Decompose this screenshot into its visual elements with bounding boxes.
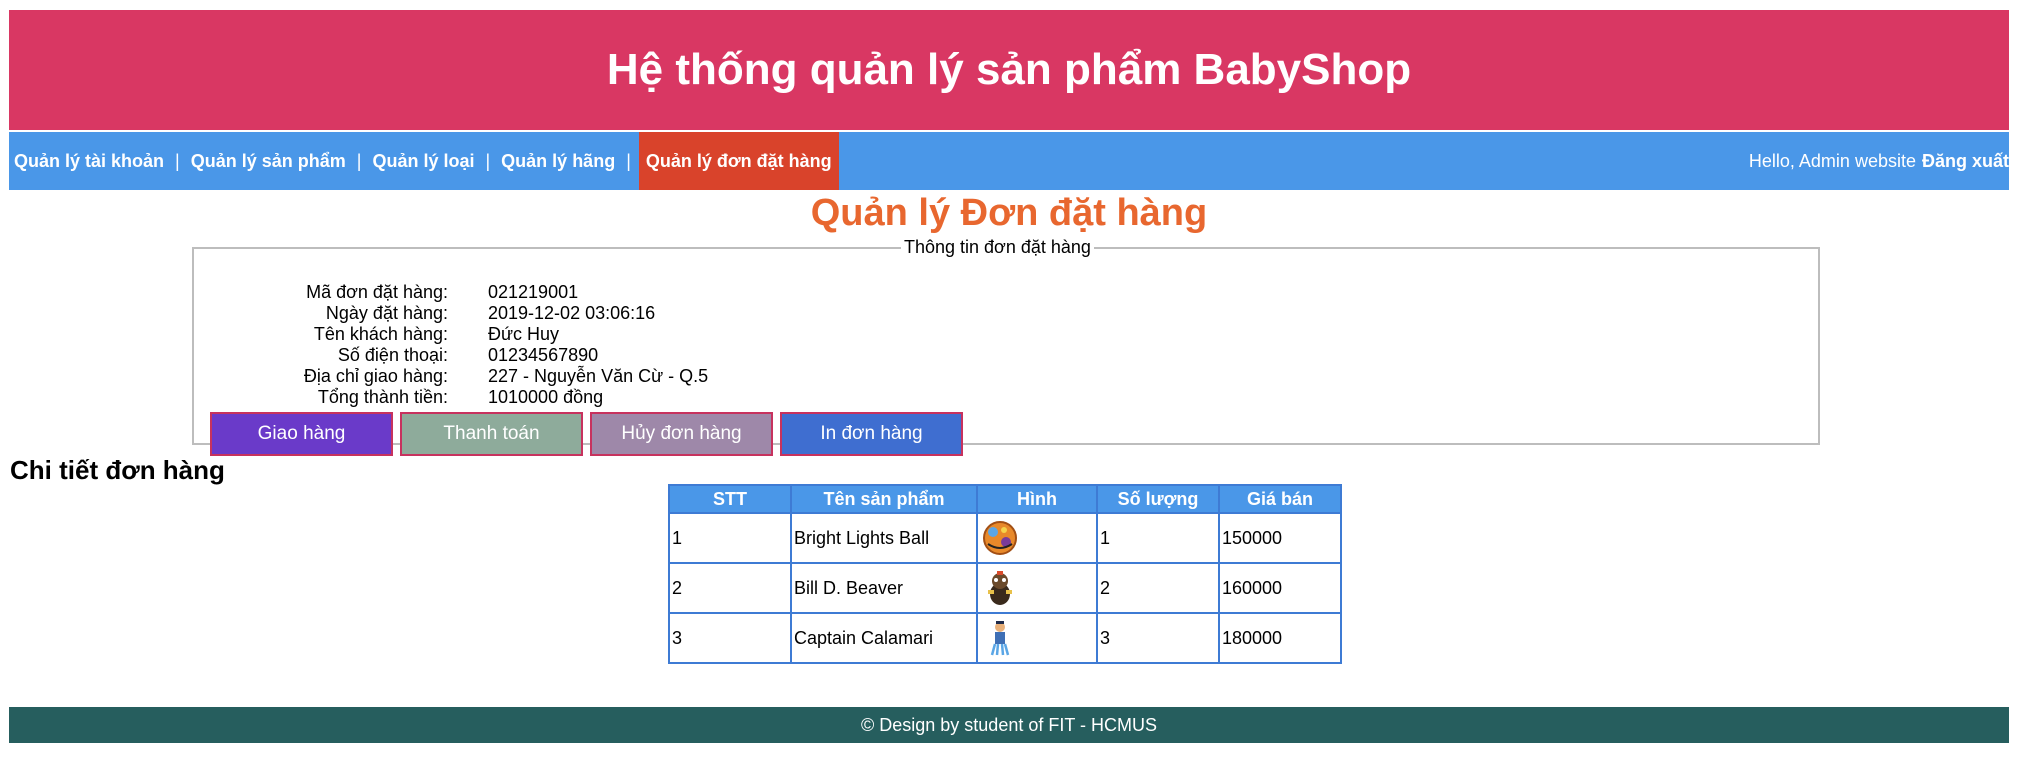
address-value: 227 - Nguyễn Văn Cừ - Q.5 [488,366,709,386]
cell-stt: 1 [668,512,792,564]
print-order-button[interactable]: In đơn hàng [780,412,963,456]
order-actions: Giao hàng Thanh toán Hủy đơn hàng In đơn… [210,412,963,456]
column-header-stt: STT [668,484,792,514]
nav-item-accounts[interactable]: Quản lý tài khoản [14,151,164,172]
column-header-image: Hình [976,484,1098,514]
phone-value: 01234567890 [488,345,599,365]
logout-link[interactable]: Đăng xuất [1922,151,2009,172]
cell-quantity: 2 [1096,562,1220,614]
nav-item-brands[interactable]: Quản lý hãng [501,151,615,172]
phone-row: Số điện thoại: 01234567890 [194,345,708,366]
nav-separator: | [175,150,180,171]
phone-label: Số điện thoại: [337,345,448,365]
order-info-legend: Thông tin đơn đặt hàng [904,237,1091,257]
total-value: 1010000 đồng [488,387,604,407]
footer-text: © Design by student of FIT - HCMUS [860,714,1158,735]
greeting-text: Hello, Admin website [1748,150,1916,171]
address-label: Địa chỉ giao hàng: [303,366,448,386]
column-header-price: Giá bán [1218,484,1342,514]
cell-quantity: 3 [1096,612,1220,664]
order-info-fields: Mã đơn đặt hàng: 021219001 Ngày đặt hàng… [194,282,708,408]
table-row: 1 Bright Lights Ball 1 150000 [668,512,1342,564]
address-row: Địa chỉ giao hàng: 227 - Nguyễn Văn Cừ -… [194,366,708,387]
nav-item-orders[interactable]: Quản lý đơn đặt hàng [638,132,839,190]
cell-price: 160000 [1218,562,1342,614]
site-footer: © Design by student of FIT - HCMUS [9,707,2009,743]
customer-name-row: Tên khách hàng: Đức Huy [194,324,708,345]
cell-stt: 3 [668,612,792,664]
cancel-order-button[interactable]: Hủy đơn hàng [590,412,773,456]
customer-name-label: Tên khách hàng: [313,324,448,344]
order-id-label: Mã đơn đặt hàng: [306,282,448,302]
nav-item-categories[interactable]: Quản lý loại [372,151,474,172]
order-detail-heading: Chi tiết đơn hàng [10,455,225,485]
order-date-value: 2019-12-02 03:06:16 [488,303,656,323]
nav-separator: | [626,150,631,171]
column-header-name: Tên sản phẩm [790,484,978,514]
nav-links: Quản lý tài khoản | Quản lý sản phẩm | Q… [14,132,839,190]
cell-quantity: 1 [1096,512,1220,564]
cell-image [976,512,1098,564]
calamari-toy-icon [990,621,1010,656]
table-row: 3 Captain Calamari 3 180000 [668,612,1342,664]
main-navbar: Quản lý tài khoản | Quản lý sản phẩm | Q… [9,132,2009,190]
order-id-row: Mã đơn đặt hàng: 021219001 [194,282,708,303]
ship-button[interactable]: Giao hàng [210,412,393,456]
order-detail-table: STT Tên sản phẩm Hình Số lượng Giá bán 1… [668,484,1342,664]
cell-image [976,562,1098,614]
cell-stt: 2 [668,562,792,614]
order-id-value: 021219001 [488,282,579,302]
nav-separator: | [356,150,362,171]
site-header: Hệ thống quản lý sản phẩm BabyShop [9,10,2009,130]
nav-item-products[interactable]: Quản lý sản phẩm [191,151,346,172]
cell-image [976,612,1098,664]
column-header-quantity: Số lượng [1096,484,1220,514]
beaver-toy-icon [988,571,1012,605]
total-label: Tổng thành tiền: [317,387,448,407]
cell-product-name: Captain Calamari [790,612,978,664]
user-area: Hello, Admin website Đăng xuất [1749,132,2009,190]
cell-price: 150000 [1218,512,1342,564]
customer-name-value: Đức Huy [488,324,560,344]
site-title: Hệ thống quản lý sản phẩm BabyShop [606,45,1412,94]
total-row: Tổng thành tiền: 1010000 đồng [194,387,708,408]
cell-product-name: Bright Lights Ball [790,512,978,564]
order-date-label: Ngày đặt hàng: [325,303,448,323]
ball-toy-icon [983,521,1017,555]
order-date-row: Ngày đặt hàng: 2019-12-02 03:06:16 [194,303,708,324]
table-row: 2 Bill D. Beaver 2 160000 [668,562,1342,614]
cell-price: 180000 [1218,612,1342,664]
nav-separator: | [485,150,491,171]
cell-product-name: Bill D. Beaver [790,562,978,614]
pay-button[interactable]: Thanh toán [400,412,583,456]
order-info-panel: Thông tin đơn đặt hàng Mã đơn đặt hàng: … [192,237,1820,456]
table-header-row: STT Tên sản phẩm Hình Số lượng Giá bán [668,484,1342,514]
page-title: Quản lý Đơn đặt hàng [810,192,1208,234]
